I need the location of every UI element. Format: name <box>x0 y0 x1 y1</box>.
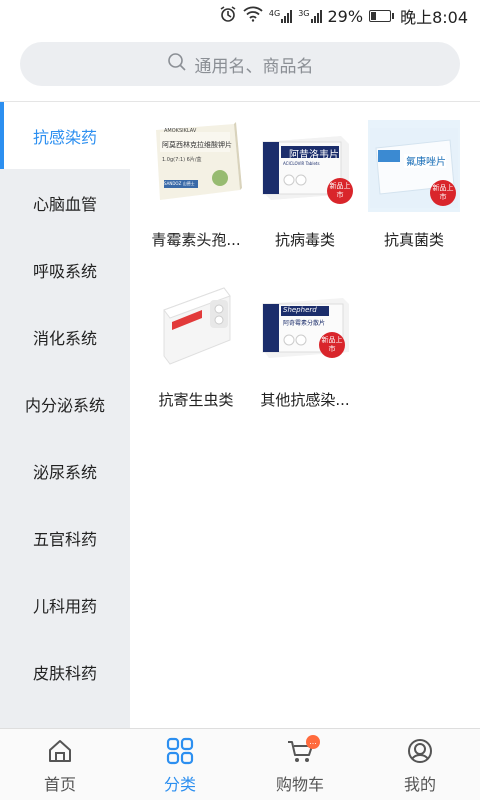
sidebar-item-cardio[interactable]: 心脑血管 <box>0 169 130 236</box>
box-name: 阿莫西林克拉维酸钾片 <box>162 141 232 149</box>
sidebar-item-label: 消化系统 <box>32 328 97 348</box>
product-image: 阿昔洛韦片 ACICLOVIR Tablets 新品上市 <box>259 120 353 212</box>
category-tile-antifungal[interactable]: 氟康唑片 新品上市 抗真菌类 <box>360 120 468 250</box>
new-badge: 新品上市 <box>319 332 345 358</box>
sidebar-item-respiratory[interactable]: 呼吸系统 <box>0 236 130 303</box>
search-input[interactable]: 通用名、商品名 <box>20 42 460 86</box>
product-image <box>150 280 242 372</box>
network-b-label: 3G <box>298 9 310 18</box>
subcategory-grid: AMOKSIKLAV 阿莫西林克拉维酸钾片 1.0g(7:1) 6片/盒 SAN… <box>130 102 480 728</box>
sidebar-item-anti-infective[interactable]: 抗感染药 <box>0 102 130 169</box>
category-label: 青霉素头孢... <box>151 231 241 249</box>
product-image: AMOKSIKLAV 阿莫西林克拉维酸钾片 1.0g(7:1) 6片/盒 SAN… <box>150 120 242 212</box>
cart-badge: ... <box>306 735 320 749</box>
sidebar-item-ent[interactable]: 五官科药 <box>0 504 130 571</box>
category-tile-penicillin[interactable]: AMOKSIKLAV 阿莫西林克拉维酸钾片 1.0g(7:1) 6片/盒 SAN… <box>142 120 250 250</box>
sidebar-item-endocrine[interactable]: 内分泌系统 <box>0 370 130 437</box>
tab-home[interactable]: 首页 <box>0 729 120 800</box>
tab-cart[interactable]: ... 购物车 <box>240 729 360 800</box>
sidebar-item-label: 五官科药 <box>32 529 97 549</box>
category-label: 其他抗感染... <box>260 391 350 409</box>
battery-percent: 29% <box>327 6 364 26</box>
new-badge: 新品上市 <box>430 180 456 206</box>
category-label: 抗寄生虫类 <box>158 391 234 409</box>
battery-icon <box>369 10 395 22</box>
tab-label: 首页 <box>43 775 76 794</box>
category-sidebar: 抗感染药 心脑血管 呼吸系统 消化系统 内分泌系统 泌尿系统 五官科药 儿科用药… <box>0 102 130 728</box>
sidebar-item-label: 抗感染药 <box>32 127 97 147</box>
sidebar-item-label: 内分泌系统 <box>24 395 105 415</box>
tab-label: 分类 <box>163 775 196 794</box>
search-icon <box>167 52 187 77</box>
box-subtitle: 阿奇霉素分散片 <box>283 320 326 327</box>
wifi-icon <box>243 6 263 26</box>
box-maker: SANDOZ 山德士 <box>164 181 195 186</box>
profile-icon <box>406 737 434 765</box>
tab-category[interactable]: 分类 <box>120 729 240 800</box>
signal-bars-icon <box>281 9 293 23</box>
search-placeholder: 通用名、商品名 <box>194 56 314 77</box>
sidebar-item-urinary[interactable]: 泌尿系统 <box>0 437 130 504</box>
tab-profile[interactable]: 我的 <box>360 729 480 800</box>
sidebar-item-dermatology[interactable]: 皮肤科药 <box>0 638 130 705</box>
sidebar-item-label: 呼吸系统 <box>32 261 97 281</box>
box-brand: Shepherd <box>283 306 317 314</box>
box-brand: 阿昔洛韦片 <box>289 150 339 161</box>
sidebar-item-pediatric[interactable]: 儿科用药 <box>0 571 130 638</box>
product-image: 氟康唑片 新品上市 <box>368 120 460 212</box>
box-subtitle: ACICLOVIR Tablets <box>283 161 320 166</box>
signal-b: 3G <box>298 9 322 23</box>
category-label: 抗病毒类 <box>274 231 335 249</box>
category-label: 抗真菌类 <box>383 231 444 249</box>
status-bar: 4G 3G 29% 晚上8:04 <box>0 0 480 32</box>
new-badge: 新品上市 <box>327 178 353 204</box>
network-a-label: 4G <box>268 9 281 18</box>
sidebar-item-label: 心脑血管 <box>32 194 97 214</box>
clock: 晚上8:04 <box>400 8 468 27</box>
tab-label: 购物车 <box>275 775 324 794</box>
cart-icon: ... <box>286 735 320 765</box>
product-image: Shepherd 阿奇霉素分散片 新品上市 <box>259 280 351 372</box>
sidebar-item-label: 泌尿系统 <box>32 462 97 482</box>
sidebar-item-digestive[interactable]: 消化系统 <box>0 303 130 370</box>
sidebar-item-label: 皮肤科药 <box>32 663 97 683</box>
box-brand: 氟康唑片 <box>406 157 446 168</box>
home-icon <box>46 737 74 765</box>
category-tile-other-anti-infective[interactable]: Shepherd 阿奇霉素分散片 新品上市 其他抗感染... <box>251 280 359 410</box>
alarm-icon <box>219 5 237 27</box>
category-icon <box>166 737 194 765</box>
signal-bars-icon <box>310 9 322 23</box>
bottom-tabbar: 首页 分类 ... 购物车 我的 <box>0 729 480 800</box>
box-brand: AMOKSIKLAV <box>164 128 197 134</box>
category-tile-antiparasitic[interactable]: 抗寄生虫类 <box>142 280 250 410</box>
category-tile-antiviral[interactable]: 阿昔洛韦片 ACICLOVIR Tablets 新品上市 抗病毒类 <box>251 120 359 250</box>
box-dose: 1.0g(7:1) 6片/盒 <box>162 157 202 163</box>
signal-a: 4G <box>268 9 293 23</box>
tab-label: 我的 <box>403 775 436 794</box>
sidebar-item-label: 儿科用药 <box>32 596 97 616</box>
